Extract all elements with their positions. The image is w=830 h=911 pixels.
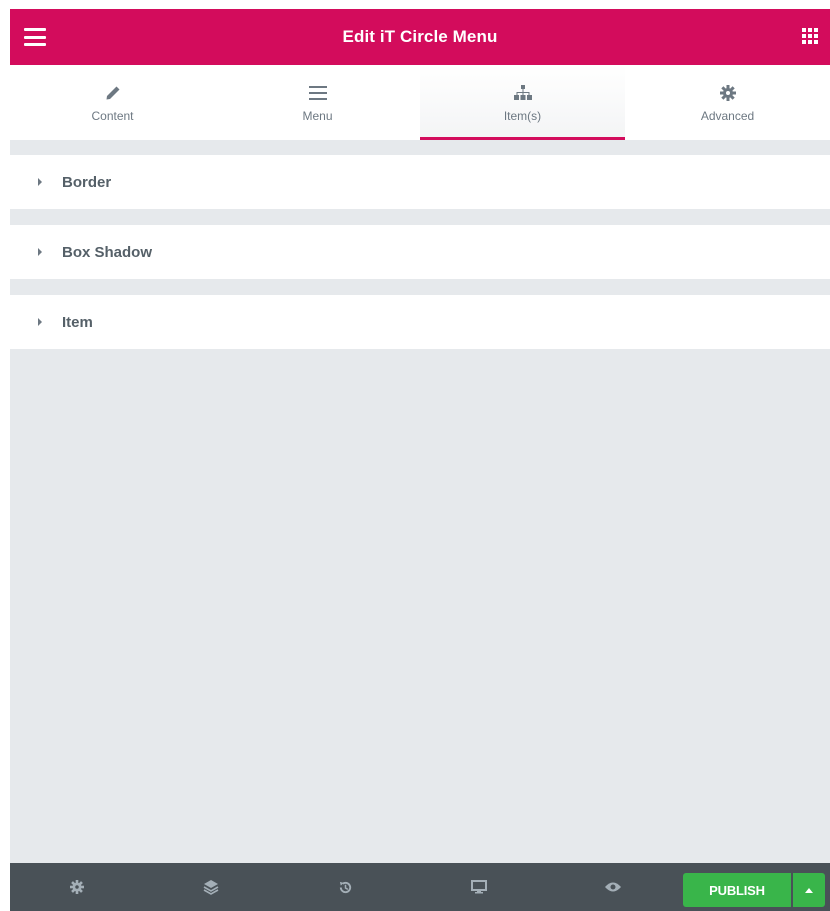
preview-button[interactable]: [546, 863, 680, 911]
section-label: Border: [62, 173, 112, 191]
tab-content[interactable]: Content: [10, 65, 215, 140]
settings-icon: [70, 880, 84, 894]
editor-panel: Edit iT Circle Menu Content Menu Item(s)…: [10, 9, 830, 911]
gear-icon: [719, 83, 736, 103]
grid-icon[interactable]: [802, 28, 818, 44]
tab-label: Advanced: [700, 108, 755, 123]
tab-items[interactable]: Item(s): [420, 65, 625, 140]
history-icon: [339, 881, 351, 893]
publish-options-button[interactable]: [793, 873, 825, 907]
publish-group: PUBLISH: [683, 873, 825, 907]
preview-icon: [605, 882, 621, 892]
tab-label: Item(s): [503, 108, 542, 123]
tab-menu[interactable]: Menu: [215, 65, 420, 140]
tab-label: Content: [91, 108, 134, 123]
navigator-button[interactable]: [144, 863, 278, 911]
section-label: Box Shadow: [62, 243, 153, 261]
tab-advanced[interactable]: Advanced: [625, 65, 830, 140]
responsive-mode-button[interactable]: [412, 863, 546, 911]
history-button[interactable]: [278, 863, 412, 911]
caret-right-icon: [38, 178, 42, 186]
menu-lines-icon: [308, 83, 327, 103]
caret-right-icon: [38, 318, 42, 326]
section-border[interactable]: Border: [10, 155, 830, 209]
settings-button[interactable]: [10, 863, 144, 911]
sections-list: Border Box Shadow Item: [10, 155, 830, 365]
panel-footer: PUBLISH: [10, 863, 830, 911]
hamburger-icon[interactable]: [24, 26, 46, 48]
responsive-icon: [471, 880, 487, 894]
publish-button[interactable]: PUBLISH: [683, 873, 791, 907]
panel-tabs: Content Menu Item(s) Advanced: [10, 65, 830, 140]
caret-up-icon: [805, 887, 813, 893]
tab-label: Menu: [302, 108, 333, 123]
panel-header: Edit iT Circle Menu: [10, 9, 830, 65]
section-box-shadow[interactable]: Box Shadow: [10, 225, 830, 279]
panel-title: Edit iT Circle Menu: [342, 27, 498, 46]
section-label: Item: [62, 313, 93, 331]
section-item[interactable]: Item: [10, 295, 830, 349]
caret-right-icon: [38, 248, 42, 256]
layers-icon: [203, 880, 219, 895]
sitemap-icon: [513, 83, 532, 103]
pencil-icon: [105, 83, 121, 103]
